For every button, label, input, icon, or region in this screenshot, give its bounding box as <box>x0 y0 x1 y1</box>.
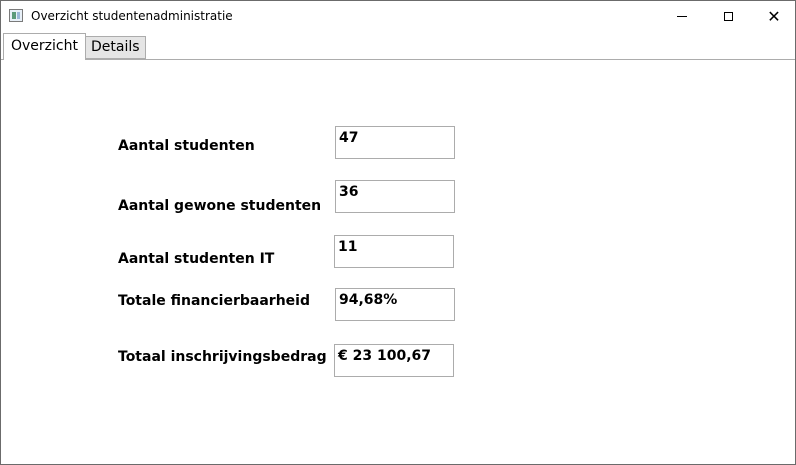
title-bar[interactable]: Overzicht studentenadministratie ✕ <box>1 1 795 32</box>
close-icon: ✕ <box>767 6 781 26</box>
tab-divider <box>1 59 795 60</box>
label-totaal-inschrijvingsbedrag: Totaal inschrijvingsbedrag <box>118 349 327 365</box>
field-aantal-gewone-studenten[interactable]: 36 <box>335 180 455 213</box>
field-totaal-inschrijvingsbedrag[interactable]: € 23 100,67 <box>334 344 454 377</box>
minimize-button[interactable] <box>659 1 705 32</box>
field-aantal-studenten-it[interactable]: 11 <box>334 235 454 268</box>
label-totale-financierbaarheid: Totale financierbaarheid <box>118 293 310 309</box>
maximize-button[interactable] <box>705 1 751 32</box>
overview-panel: Aantal studenten 47 Aantal gewone studen… <box>1 60 795 464</box>
close-button[interactable]: ✕ <box>751 1 796 32</box>
minimize-icon <box>677 16 687 17</box>
label-aantal-gewone-studenten: Aantal gewone studenten <box>118 198 322 214</box>
app-window: Overzicht studentenadministratie ✕ Overz… <box>0 0 796 465</box>
field-totale-financierbaarheid[interactable]: 94,68% <box>335 288 455 321</box>
tab-overzicht[interactable]: Overzicht <box>3 33 86 60</box>
tab-details[interactable]: Details <box>86 36 146 59</box>
field-aantal-studenten[interactable]: 47 <box>335 126 455 159</box>
app-icon <box>9 9 23 22</box>
maximize-icon <box>723 12 733 21</box>
label-aantal-studenten-it: Aantal studenten IT <box>118 251 275 267</box>
window-title: Overzicht studentenadministratie <box>31 9 233 23</box>
tab-strip: Overzicht Details <box>1 32 795 60</box>
label-aantal-studenten: Aantal studenten <box>118 138 255 154</box>
